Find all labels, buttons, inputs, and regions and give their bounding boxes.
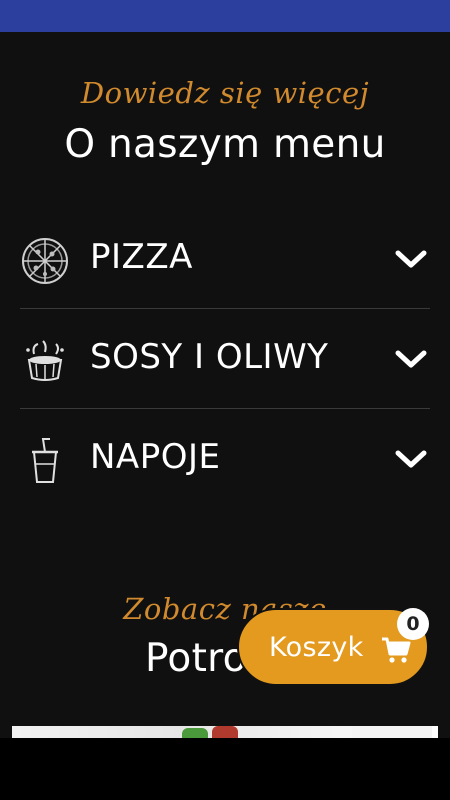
sauce-icon [26,340,64,381]
menu-item-pizza[interactable]: PIZZA [20,209,430,309]
navigation-bar [0,738,450,800]
menu-section-title: O naszym menu [64,122,386,167]
menu-item-label: NAPOJE [90,437,221,477]
chevron-down-icon[interactable] [394,247,428,271]
menu-section-subtitle: Dowiedz się więcej [80,76,370,110]
chevron-down-icon[interactable] [394,347,428,371]
promo-image[interactable] [12,726,438,738]
menu-item-drinks[interactable]: NAPOJE [20,409,430,508]
featured-section-title: Potro [145,636,247,681]
shopping-cart-icon [382,637,411,663]
drink-icon [32,438,58,483]
menu-item-sauces[interactable]: SOSY I OLIWY [20,309,430,409]
cart-count-badge: 0 [397,608,429,640]
pizza-icon [22,238,68,284]
cart-button-label: Koszyk [269,632,364,663]
menu-item-label: PIZZA [90,237,193,277]
menu-item-label: SOSY I OLIWY [90,337,329,377]
chevron-down-icon[interactable] [394,447,428,471]
status-bar [0,0,450,32]
menu-category-list: PIZZA SOSY I OLIWY NAPOJE [20,209,430,508]
